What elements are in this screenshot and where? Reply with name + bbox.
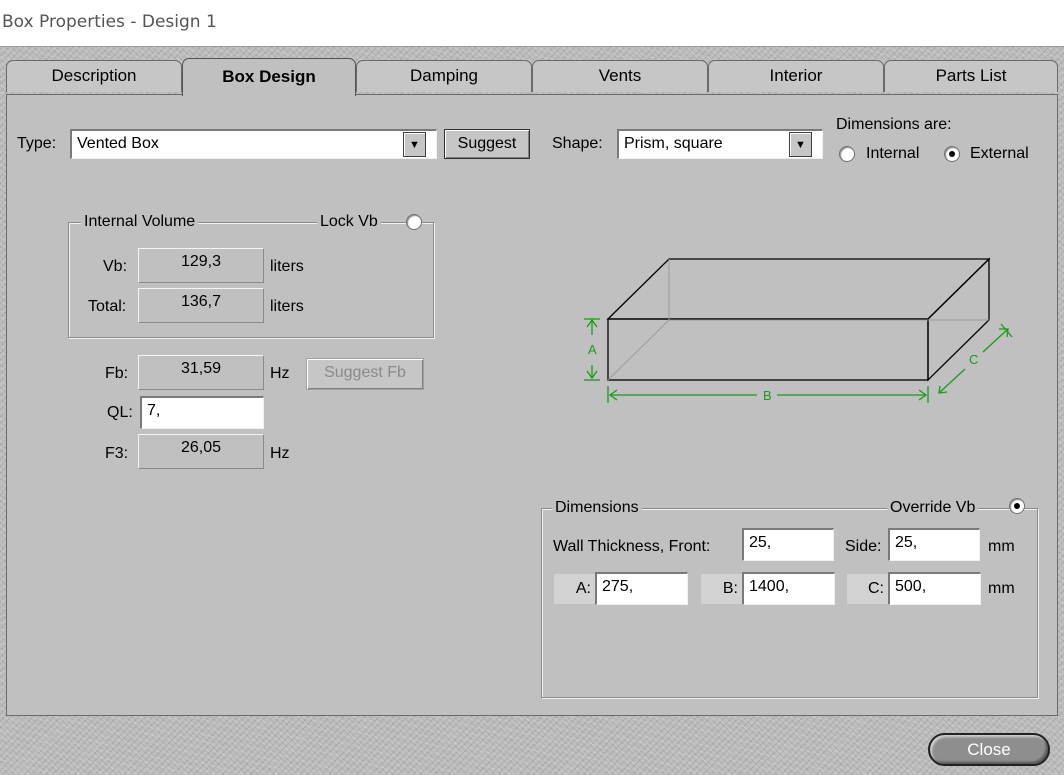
wall-front-input[interactable]: 25, <box>742 528 834 561</box>
side-input[interactable]: 25, <box>888 528 980 561</box>
box-diagram: A B C <box>584 257 1013 403</box>
f3-value: 26,05 <box>138 434 264 469</box>
unit-mm-2: mm <box>988 580 1015 597</box>
fb-unit: Hz <box>270 365 290 382</box>
tab-box-design[interactable]: Box Design <box>182 58 356 96</box>
total-unit: liters <box>270 298 304 315</box>
tab-interior[interactable]: Interior <box>708 60 884 92</box>
vb-label: Vb: <box>103 258 128 275</box>
a-label: A: <box>554 574 595 604</box>
tab-vents[interactable]: Vents <box>532 60 708 92</box>
b-value: 1400, <box>749 578 790 595</box>
diagram-label-a: A <box>588 342 597 357</box>
side-value: 25, <box>895 534 918 551</box>
diagram-label-b: B <box>763 388 772 403</box>
title-bar: Box Properties - Design 1 <box>0 0 1064 47</box>
internal-radio[interactable] <box>839 146 855 162</box>
shape-dropdown-arrow[interactable]: ▼ <box>789 132 812 157</box>
b-input[interactable]: 1400, <box>742 572 835 605</box>
diagram-label-c: C <box>969 352 978 367</box>
close-button[interactable]: Close <box>928 733 1050 766</box>
total-label: Total: <box>88 298 127 315</box>
suggest-button[interactable]: Suggest <box>444 129 530 159</box>
wall-thickness-label: Wall Thickness, Front: <box>553 538 711 555</box>
type-dropdown-arrow[interactable]: ▼ <box>403 132 426 157</box>
unit-mm-1: mm <box>988 538 1015 555</box>
c-value: 500, <box>895 578 927 595</box>
lock-vb-label: Lock Vb <box>317 213 381 231</box>
c-input[interactable]: 500, <box>888 572 981 605</box>
suggest-fb-button[interactable]: Suggest Fb <box>306 358 424 390</box>
total-value: 136,7 <box>138 288 264 323</box>
type-select[interactable]: Vented Box <box>70 129 437 159</box>
b-label: B: <box>701 574 742 604</box>
f3-unit: Hz <box>270 445 290 462</box>
shape-label: Shape: <box>552 135 603 152</box>
ql-input[interactable]: 7, <box>140 396 264 429</box>
vb-unit: liters <box>270 258 304 275</box>
external-radio[interactable] <box>944 146 960 162</box>
f3-label: F3: <box>105 445 129 462</box>
internal-volume-title: Internal Volume <box>81 213 199 231</box>
ql-value: 7, <box>147 402 161 419</box>
shape-value: Prism, square <box>624 135 723 152</box>
fb-label: Fb: <box>105 365 129 382</box>
c-label: C: <box>847 574 888 604</box>
type-label: Type: <box>17 135 57 152</box>
internal-label: Internal <box>866 145 920 162</box>
wall-front-value: 25, <box>749 534 772 551</box>
dimensions-title: Dimensions <box>552 499 642 517</box>
override-vb-radio[interactable] <box>1009 498 1025 514</box>
window-title: Box Properties - Design 1 <box>2 12 217 32</box>
ql-label: QL: <box>107 404 133 421</box>
tab-parts-list[interactable]: Parts List <box>884 60 1058 92</box>
lock-vb-radio[interactable] <box>406 214 422 230</box>
dimensions-are-label: Dimensions are: <box>836 116 952 133</box>
side-label: Side: <box>845 538 882 555</box>
type-value: Vented Box <box>77 135 159 152</box>
external-label: External <box>970 145 1029 162</box>
a-value: 275, <box>602 578 634 595</box>
tab-damping[interactable]: Damping <box>356 60 532 92</box>
tab-description[interactable]: Description <box>6 60 182 92</box>
fb-value: 31,59 <box>138 355 264 390</box>
tab-bar: Description Box Design Damping Vents Int… <box>6 58 1058 96</box>
vb-value: 129,3 <box>138 248 264 283</box>
a-input[interactable]: 275, <box>595 572 688 605</box>
box-design-panel: Type: Vented Box ▼ Suggest Shape: Prism,… <box>6 94 1058 716</box>
override-vb-label: Override Vb <box>887 499 979 517</box>
